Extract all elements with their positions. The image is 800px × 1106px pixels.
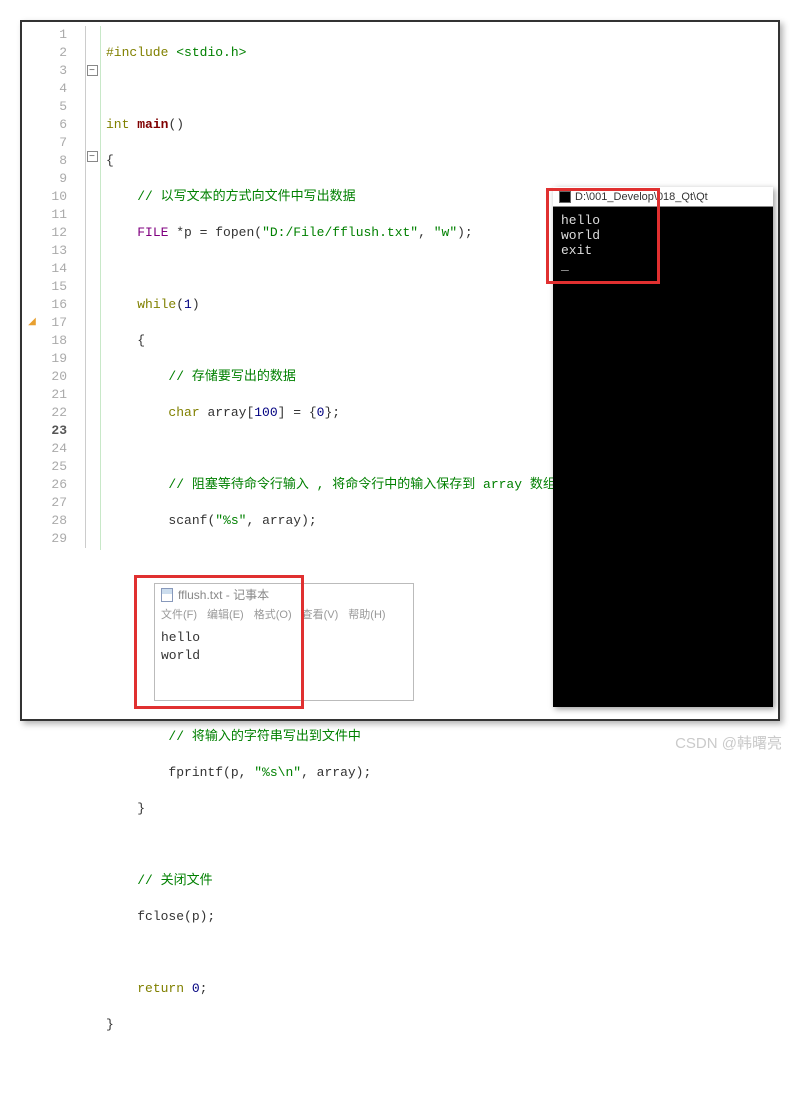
type-file: FILE bbox=[137, 225, 168, 240]
comment: // 存储要写出的数据 bbox=[168, 369, 295, 384]
comment: // 关闭文件 bbox=[137, 873, 212, 888]
line-number-gutter: 1 2 3 4 5 6 7 8 9 10 11 12 13 14 15 16 1… bbox=[26, 26, 86, 548]
string: "D:/File/fflush.txt" bbox=[262, 225, 418, 240]
fn-fprintf: fprintf bbox=[168, 765, 223, 780]
line-number: 20 bbox=[26, 368, 67, 386]
menu-view[interactable]: 查看(V) bbox=[302, 606, 339, 626]
line-number: 7 bbox=[26, 134, 67, 152]
keyword-while: while bbox=[137, 297, 176, 312]
comment: // 将输入的字符串写出到文件中 bbox=[168, 729, 360, 744]
line-number: 13 bbox=[26, 242, 67, 260]
line-number: 25 bbox=[26, 458, 67, 476]
line-number: 22 bbox=[26, 404, 67, 422]
keyword-return: return bbox=[137, 981, 184, 996]
fold-toggle[interactable] bbox=[87, 65, 98, 76]
fold-toggle[interactable] bbox=[87, 151, 98, 162]
line-number: 14 bbox=[26, 260, 67, 278]
line-number: 9 bbox=[26, 170, 67, 188]
line-number: 15 bbox=[26, 278, 67, 296]
indent-guide bbox=[100, 26, 101, 550]
highlight-box-console bbox=[546, 188, 660, 284]
line-number: 1 bbox=[26, 26, 67, 44]
line-number: 11 bbox=[26, 206, 67, 224]
fn-main: main bbox=[137, 117, 168, 132]
decl: *p = bbox=[168, 225, 215, 240]
line-number-current: 23 bbox=[26, 422, 67, 440]
comment: // 阻塞等待命令行输入 , 将命令行中的输入保存到 array 数组中 bbox=[168, 477, 568, 492]
highlight-box-notepad bbox=[134, 575, 304, 709]
line-number: 4 bbox=[26, 80, 67, 98]
screenshot-frame: 1 2 3 4 5 6 7 8 9 10 11 12 13 14 15 16 1… bbox=[20, 20, 780, 721]
fn-fopen: fopen bbox=[215, 225, 254, 240]
line-number: 18 bbox=[26, 332, 67, 350]
line-number: 6 bbox=[26, 116, 67, 134]
keyword-int: int bbox=[106, 117, 129, 132]
watermark: CSDN @韩曙亮 bbox=[675, 732, 782, 753]
fold-column bbox=[86, 26, 100, 162]
line-number: 8 bbox=[26, 152, 67, 170]
line-number: 5 bbox=[26, 98, 67, 116]
line-number: 10 bbox=[26, 188, 67, 206]
warning-marker: ◢ bbox=[26, 314, 38, 332]
include-header: <stdio.h> bbox=[176, 45, 246, 60]
menu-help[interactable]: 帮助(H) bbox=[348, 606, 385, 626]
line-number: 2 bbox=[26, 44, 67, 62]
line-number: 27 bbox=[26, 494, 67, 512]
line-number: 21 bbox=[26, 386, 67, 404]
fn-scanf: scanf bbox=[168, 513, 207, 528]
keyword-char: char bbox=[168, 405, 199, 420]
line-number: 16 bbox=[26, 296, 67, 314]
line-number: 12 bbox=[26, 224, 67, 242]
string: "w" bbox=[434, 225, 457, 240]
line-number: 19 bbox=[26, 350, 67, 368]
fn-fclose: fclose bbox=[137, 909, 184, 924]
brace: { bbox=[106, 153, 114, 168]
line-number: 26 bbox=[26, 476, 67, 494]
parens: () bbox=[168, 117, 184, 132]
line-number: 29 bbox=[26, 530, 67, 548]
line-number: 28 bbox=[26, 512, 67, 530]
line-number: 24 bbox=[26, 440, 67, 458]
preprocessor: #include bbox=[106, 45, 168, 60]
comment: // 以写文本的方式向文件中写出数据 bbox=[137, 189, 355, 204]
line-number: 3 bbox=[26, 62, 67, 80]
